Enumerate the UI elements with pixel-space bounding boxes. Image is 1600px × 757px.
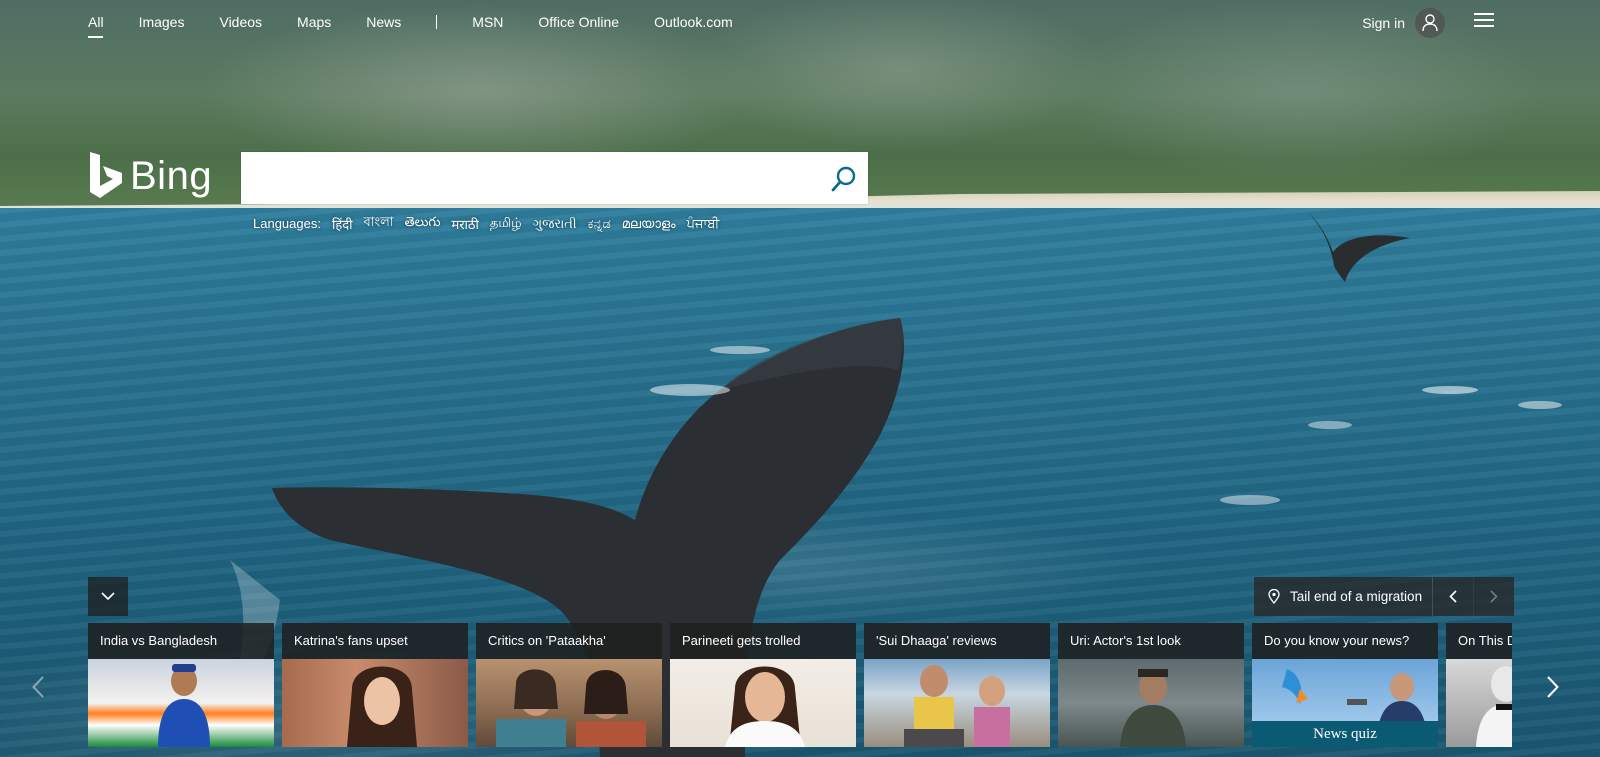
lang-punjabi[interactable]: ਪੰਜਾਬੀ <box>687 216 720 232</box>
nav-outlook[interactable]: Outlook.com <box>654 14 733 38</box>
lang-gujarati[interactable]: ગુજરાતી <box>533 216 577 232</box>
news-card-title: Do you know your news? <box>1252 623 1438 659</box>
news-card[interactable]: On This Day <box>1446 623 1512 747</box>
hamburger-menu-icon[interactable] <box>1474 13 1494 29</box>
nav-msn[interactable]: MSN <box>472 14 503 38</box>
news-carousel: India vs Bangladesh Katrina's fans upset… <box>88 623 1512 747</box>
news-card[interactable]: Critics on 'Pataakha' <box>476 623 662 747</box>
lang-malayalam[interactable]: മലയാളം <box>622 216 676 232</box>
news-card[interactable]: India vs Bangladesh <box>88 623 274 747</box>
lang-hindi[interactable]: हिंदी <box>332 215 353 233</box>
news-card[interactable]: Katrina's fans upset <box>282 623 468 747</box>
chevron-right-icon <box>1490 590 1498 603</box>
image-info-button[interactable]: Tail end of a migration <box>1254 577 1432 616</box>
news-quiz-label: News quiz <box>1252 721 1438 747</box>
chevron-right-icon <box>1547 676 1559 698</box>
nav-office-online[interactable]: Office Online <box>538 14 619 38</box>
lang-marathi[interactable]: मराठी <box>451 215 478 233</box>
nav-news[interactable]: News <box>366 14 401 38</box>
bing-logo[interactable]: Bing <box>88 152 212 200</box>
news-card-title: 'Sui Dhaaga' reviews <box>864 623 1050 659</box>
news-card-image <box>88 659 274 747</box>
news-card-title: Uri: Actor's 1st look <box>1058 623 1244 659</box>
news-card-image <box>864 659 1050 747</box>
location-pin-icon <box>1268 589 1280 604</box>
carousel-prev-button[interactable] <box>32 676 44 703</box>
nav-images[interactable]: Images <box>139 14 185 38</box>
chevron-left-icon <box>1449 590 1457 603</box>
lang-telugu[interactable]: తెలుగు <box>405 214 441 233</box>
lang-kannada[interactable]: ಕನ್ನಡ <box>588 216 611 232</box>
news-card-title: India vs Bangladesh <box>88 623 274 659</box>
news-card-image <box>1058 659 1244 747</box>
carousel-next-button[interactable] <box>1547 676 1559 703</box>
image-caption-text: Tail end of a migration <box>1290 589 1423 604</box>
collapse-news-button[interactable] <box>88 577 128 616</box>
sign-in-label: Sign in <box>1362 15 1405 31</box>
news-card-image <box>1446 659 1512 747</box>
search-box <box>241 152 868 204</box>
news-card-title: Katrina's fans upset <box>282 623 468 659</box>
chevron-down-icon <box>101 592 115 601</box>
languages-bar: Languages: हिंदी বাংলা తెలుగు मराठी தமிழ… <box>253 213 719 234</box>
top-navigation: All Images Videos Maps News MSN Office O… <box>88 14 768 38</box>
lang-tamil[interactable]: தமிழ் <box>490 215 522 232</box>
next-image-button[interactable] <box>1473 577 1514 616</box>
image-caption-bar: Tail end of a migration <box>1254 577 1514 616</box>
news-card-title: Parineeti gets trolled <box>670 623 856 659</box>
nav-all[interactable]: All <box>88 14 104 38</box>
previous-image-button[interactable] <box>1432 577 1473 616</box>
news-card-title: On This Day <box>1446 623 1512 659</box>
nav-maps[interactable]: Maps <box>297 14 331 38</box>
news-card-image <box>476 659 662 747</box>
lang-bangla[interactable]: বাংলা <box>364 213 394 234</box>
search-input[interactable] <box>241 152 829 202</box>
news-card-image <box>670 659 856 747</box>
news-card[interactable]: Parineeti gets trolled <box>670 623 856 747</box>
news-card-image: News quiz <box>1252 659 1438 747</box>
nav-divider <box>436 15 438 29</box>
chevron-left-icon <box>32 676 44 698</box>
sign-in-button[interactable]: Sign in <box>1362 8 1445 38</box>
news-card-image <box>282 659 468 747</box>
nav-videos[interactable]: Videos <box>219 14 262 38</box>
user-icon <box>1415 8 1445 38</box>
search-icon[interactable] <box>830 165 858 193</box>
news-card[interactable]: Uri: Actor's 1st look <box>1058 623 1244 747</box>
news-card[interactable]: Do you know your news? News quiz <box>1252 623 1438 747</box>
bing-logo-icon <box>90 152 122 198</box>
languages-label: Languages: <box>253 216 321 231</box>
news-card-title: Critics on 'Pataakha' <box>476 623 662 659</box>
bing-logo-text: Bing <box>130 153 213 198</box>
news-card[interactable]: 'Sui Dhaaga' reviews <box>864 623 1050 747</box>
